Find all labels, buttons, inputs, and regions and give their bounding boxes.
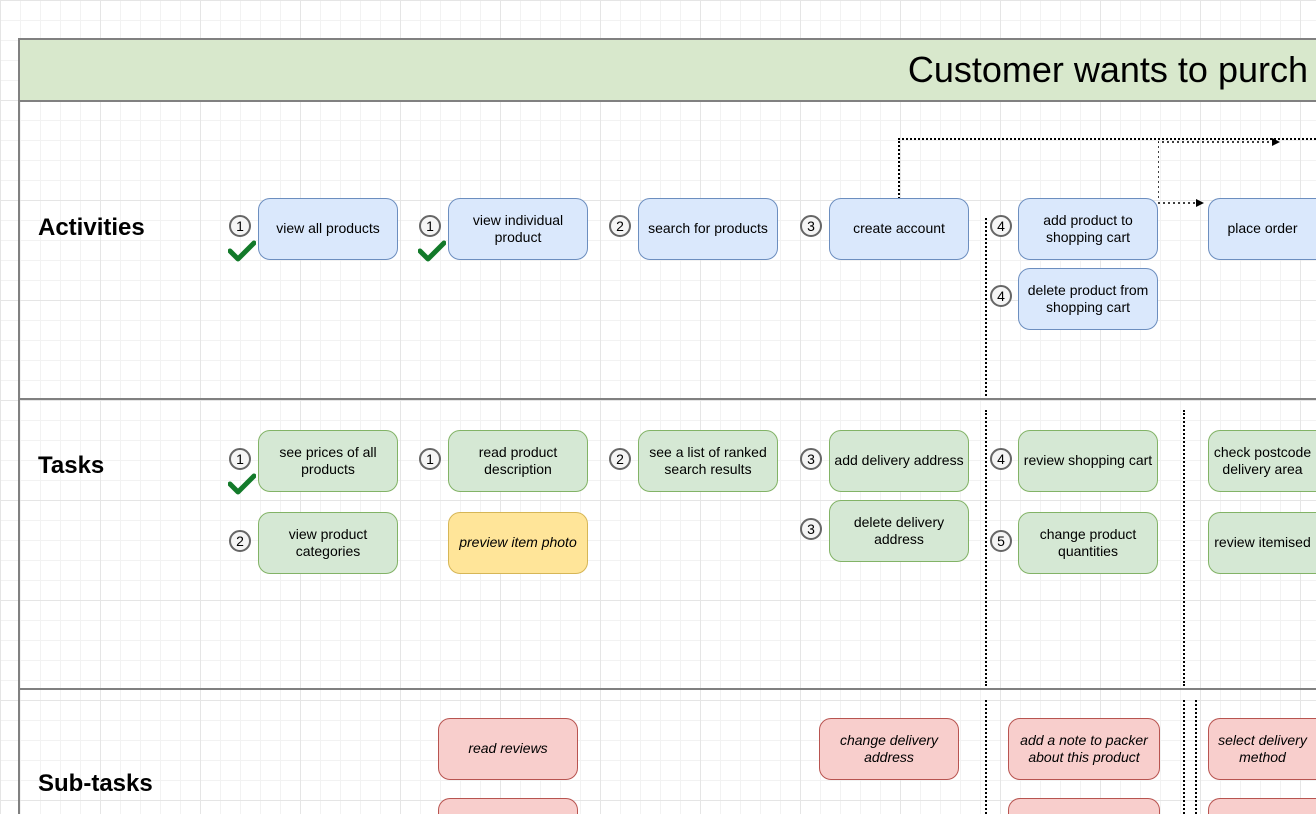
activity-place-order[interactable]: place order [1208, 198, 1316, 260]
badge-t8: 4 [990, 448, 1012, 470]
check-icon [228, 240, 256, 262]
task-review-itemised[interactable]: review itemised [1208, 512, 1316, 574]
badge-t2: 2 [229, 530, 251, 552]
separator-2 [18, 688, 1316, 690]
subtask-read-reviews[interactable]: read reviews [438, 718, 578, 780]
task-check-postcode[interactable]: check postcode delivery area [1208, 430, 1316, 492]
badge-t1: 1 [229, 448, 251, 470]
arrow-add-to-place [1158, 198, 1204, 208]
separator-1 [18, 398, 1316, 400]
task-view-categories[interactable]: view product categories [258, 512, 398, 574]
badge-a1: 1 [229, 215, 251, 237]
row-label-subtasks: Sub-tasks [38, 770, 153, 798]
badge-t7: 3 [800, 518, 822, 540]
badge-a6: 4 [990, 285, 1012, 307]
check-icon [418, 240, 446, 262]
activity-view-all-products[interactable]: view all products [258, 198, 398, 260]
activity-delete-from-cart[interactable]: delete product from shopping cart [1018, 268, 1158, 330]
subtask-partial-3[interactable] [1208, 798, 1316, 814]
task-see-prices[interactable]: see prices of all products [258, 430, 398, 492]
task-delete-address[interactable]: delete delivery address [829, 500, 969, 562]
badge-a5: 4 [990, 215, 1012, 237]
task-review-cart[interactable]: review shopping cart [1018, 430, 1158, 492]
title-bar: Customer wants to purch [18, 38, 1316, 102]
row-label-tasks: Tasks [38, 452, 104, 480]
activity-create-account[interactable]: create account [829, 198, 969, 260]
badge-t5: 2 [609, 448, 631, 470]
subtask-add-note[interactable]: add a note to packer about this product [1008, 718, 1160, 780]
task-read-description[interactable]: read product description [448, 430, 588, 492]
subtask-partial-2[interactable] [1008, 798, 1160, 814]
badge-a2: 1 [419, 215, 441, 237]
check-icon [228, 473, 256, 495]
task-add-address[interactable]: add delivery address [829, 430, 969, 492]
badge-t6: 3 [800, 448, 822, 470]
arrow-to-place-order [1158, 138, 1280, 200]
diagram-canvas[interactable]: Customer wants to purch Activities Tasks… [0, 0, 1316, 814]
title-text: Customer wants to purch [908, 49, 1308, 91]
task-preview-photo[interactable]: preview item photo [448, 512, 588, 574]
subtask-select-delivery[interactable]: select delivery method [1208, 718, 1316, 780]
activity-view-individual-product[interactable]: view individual product [448, 198, 588, 260]
activity-search-products[interactable]: search for products [638, 198, 778, 260]
task-search-results[interactable]: see a list of ranked search results [638, 430, 778, 492]
row-label-activities: Activities [38, 214, 145, 242]
badge-t3: 1 [419, 448, 441, 470]
badge-a4: 3 [800, 215, 822, 237]
subtask-partial-1[interactable] [438, 798, 578, 814]
task-change-quantities[interactable]: change product quantities [1018, 512, 1158, 574]
subtask-change-address[interactable]: change delivery address [819, 718, 959, 780]
badge-t9: 5 [990, 530, 1012, 552]
activity-add-to-cart[interactable]: add product to shopping cart [1018, 198, 1158, 260]
badge-a3: 2 [609, 215, 631, 237]
